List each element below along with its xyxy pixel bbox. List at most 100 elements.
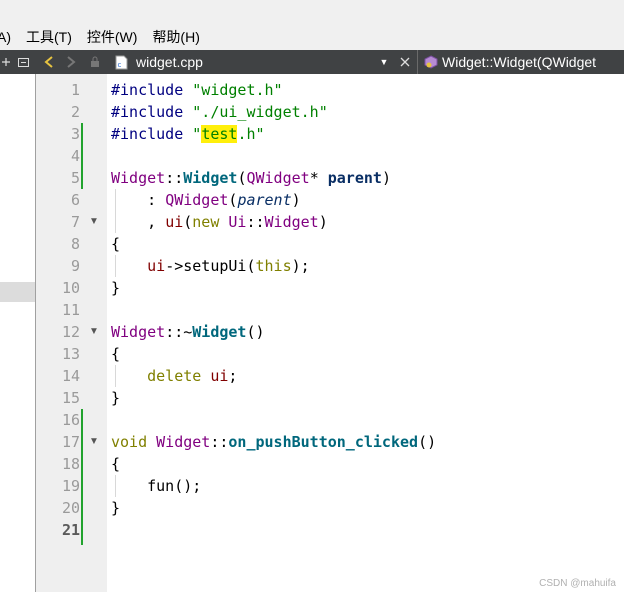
token-paren: ( — [183, 213, 193, 231]
token-parameter: parent — [237, 191, 292, 209]
fold-arrow-icon[interactable]: ▼ — [89, 321, 99, 343]
selected-tree-row[interactable] — [0, 282, 35, 302]
line-number: 15 — [61, 389, 80, 407]
token-scope: :: — [165, 323, 184, 341]
code-line-12[interactable]: Widget::~Widget() — [111, 321, 265, 343]
project-tree-pane — [0, 74, 36, 592]
token-paren: (); — [174, 477, 202, 495]
line-number: 1 — [70, 81, 80, 99]
code-line-10[interactable]: } — [111, 277, 120, 299]
code-line-2[interactable]: #include "./ui_widget.h" — [111, 101, 328, 123]
token-arrow: -> — [165, 257, 184, 275]
token-call: setupUi — [183, 257, 247, 275]
token-brace: } — [111, 499, 121, 517]
change-marker — [81, 123, 83, 189]
code-line-20[interactable]: } — [111, 497, 120, 519]
token-scope: :: — [210, 433, 229, 451]
svg-text:c: c — [117, 61, 121, 69]
menu-item-view[interactable]: A) — [0, 29, 11, 45]
token-class: Widget — [111, 323, 166, 341]
code-line-15[interactable]: } — [111, 387, 120, 409]
token-paren: ) — [291, 191, 301, 209]
collapse-icon[interactable] — [15, 50, 31, 74]
token-class: Ui — [228, 213, 247, 231]
menu-bar: A) 工具(T) 控件(W) 帮助(H) — [0, 24, 624, 50]
line-number: 3 — [70, 125, 80, 143]
menu-item-controls[interactable]: 控件(W) — [87, 27, 138, 47]
editor-toolbar: c widget.cpp ▼ Widget::Widget(QWidget — [0, 50, 624, 74]
token-parameter: parent — [327, 169, 382, 187]
back-arrow-icon[interactable] — [42, 50, 56, 74]
cpp-file-icon: c — [113, 50, 129, 74]
current-symbol[interactable]: Widget::Widget(QWidget — [442, 50, 596, 74]
token-brace: } — [111, 389, 121, 407]
fold-arrow-icon[interactable]: ▼ — [89, 431, 99, 453]
token-paren: ) — [318, 213, 328, 231]
token-pointer: * — [309, 169, 328, 187]
token-paren: () — [418, 433, 437, 451]
token-colon: : — [147, 191, 166, 209]
code-line-8[interactable]: { — [111, 233, 120, 255]
token-include: #include — [111, 103, 184, 121]
token-member: ui — [165, 213, 184, 231]
code-line-13[interactable]: { — [111, 343, 120, 365]
token-comma: , — [147, 213, 166, 231]
change-marker — [81, 409, 83, 545]
token-brace: { — [111, 345, 121, 363]
window-top-strip — [0, 0, 624, 24]
token-brace: { — [111, 455, 121, 473]
line-number: 10 — [61, 279, 80, 297]
token-member: ui — [210, 367, 229, 385]
code-line-19[interactable]: fun(); — [111, 475, 201, 497]
token-paren: ) — [381, 169, 391, 187]
split-icon[interactable] — [0, 50, 12, 74]
code-line-7[interactable]: , ui(new Ui::Widget) — [111, 211, 328, 233]
open-file-name[interactable]: widget.cpp — [136, 50, 203, 74]
code-line-18[interactable]: { — [111, 453, 120, 475]
fold-arrow-icon[interactable]: ▼ — [89, 211, 99, 233]
token-call: fun — [147, 477, 175, 495]
code-line-6[interactable]: : QWidget(parent) — [111, 189, 301, 211]
code-line-3[interactable]: #include "test.h" — [111, 123, 265, 145]
lock-icon — [88, 50, 102, 74]
token-include: #include — [111, 81, 184, 99]
token-scope: :: — [246, 213, 265, 231]
line-number: 11 — [61, 301, 80, 319]
code-line-9[interactable]: ui->setupUi(this); — [111, 255, 310, 277]
forward-arrow-icon[interactable] — [64, 50, 78, 74]
search-highlight: test — [201, 125, 238, 143]
file-dropdown-arrow-icon[interactable]: ▼ — [378, 50, 390, 74]
line-number: 16 — [61, 411, 80, 429]
token-function: on_pushButton_clicked — [228, 433, 419, 451]
token-semicolon: ; — [228, 367, 238, 385]
token-class: Widget — [156, 433, 211, 451]
line-number: 6 — [70, 191, 80, 209]
token-quote: " — [192, 125, 202, 143]
function-symbol-icon — [423, 50, 439, 74]
token-paren: () — [246, 323, 265, 341]
code-line-5[interactable]: Widget::Widget(QWidget* parent) — [111, 167, 391, 189]
menu-item-help[interactable]: 帮助(H) — [152, 27, 199, 47]
toolbar-separator — [417, 50, 418, 74]
token-class: QWidget — [246, 169, 310, 187]
token-tilde: ~ — [183, 323, 193, 341]
code-line-17[interactable]: void Widget::on_pushButton_clicked() — [111, 431, 436, 453]
token-string: "./ui_widget.h" — [192, 103, 328, 121]
token-class: Widget — [111, 169, 166, 187]
code-line-14[interactable]: delete ui; — [111, 365, 237, 387]
line-number: 18 — [61, 455, 80, 473]
token-brace: } — [111, 279, 121, 297]
token-scope: :: — [165, 169, 184, 187]
line-number: 20 — [61, 499, 80, 517]
token-keyword: new — [192, 213, 220, 231]
menu-item-tools[interactable]: 工具(T) — [26, 27, 72, 47]
token-string: .h" — [237, 125, 265, 143]
line-number: 13 — [61, 345, 80, 363]
token-brace: { — [111, 235, 121, 253]
token-string: "widget.h" — [192, 81, 283, 99]
line-number: 12 — [61, 323, 80, 341]
close-icon[interactable] — [397, 50, 412, 74]
line-number: 9 — [70, 257, 80, 275]
token-member: ui — [147, 257, 166, 275]
code-line-1[interactable]: #include "widget.h" — [111, 79, 283, 101]
